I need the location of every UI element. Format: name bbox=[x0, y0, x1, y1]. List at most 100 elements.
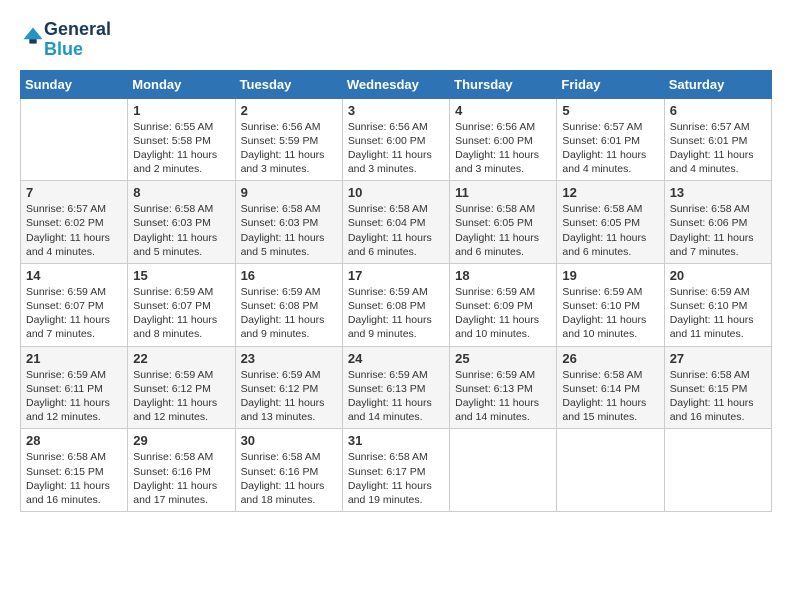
day-number: 23 bbox=[241, 351, 337, 366]
day-number: 28 bbox=[26, 433, 122, 448]
week-row-4: 21Sunrise: 6:59 AMSunset: 6:11 PMDayligh… bbox=[21, 346, 772, 429]
header-cell-saturday: Saturday bbox=[664, 70, 771, 98]
calendar-body: 1 Sunrise: 6:55 AMSunset: 5:58 PMDaylight… bbox=[21, 98, 772, 511]
cell-content: Sunrise: 6:58 AMSunset: 6:14 PMDaylight:… bbox=[562, 368, 658, 425]
cell-content: Sunrise: 6:56 AMSunset: 6:00 PMDaylight:… bbox=[455, 120, 551, 177]
week-row-1: 1 Sunrise: 6:55 AMSunset: 5:58 PMDaylight… bbox=[21, 98, 772, 181]
logo: GeneralBlue bbox=[20, 20, 111, 60]
calendar-cell: 18Sunrise: 6:59 AMSunset: 6:09 PMDayligh… bbox=[450, 263, 557, 346]
header-cell-tuesday: Tuesday bbox=[235, 70, 342, 98]
header-cell-wednesday: Wednesday bbox=[342, 70, 449, 98]
calendar-cell: 23 Sunrise: 6:59 AMSunset: 6:12 PMDayligh… bbox=[235, 346, 342, 429]
cell-content: Sunrise: 6:59 AMSunset: 6:10 PMDaylight:… bbox=[562, 285, 658, 342]
cell-content: Sunrise: 6:58 AMSunset: 6:05 PMDaylight:… bbox=[455, 202, 551, 259]
day-number: 24 bbox=[348, 351, 444, 366]
day-number: 26 bbox=[562, 351, 658, 366]
cell-content: Sunrise: 6:55 AMSunset: 5:58 PMDaylight:… bbox=[133, 120, 229, 177]
calendar-cell: 14 Sunrise: 6:59 AMSunset: 6:07 PMDayligh… bbox=[21, 263, 128, 346]
cell-content: Sunrise: 6:59 AMSunset: 6:08 PMDaylight:… bbox=[348, 285, 444, 342]
day-number: 20 bbox=[670, 268, 766, 283]
calendar-cell: 28 Sunrise: 6:58 AMSunset: 6:15 PMDayligh… bbox=[21, 429, 128, 512]
day-number: 19 bbox=[562, 268, 658, 283]
day-number: 16 bbox=[241, 268, 337, 283]
cell-content: Sunrise: 6:59 AMSunset: 6:12 PMDaylight:… bbox=[133, 368, 229, 425]
calendar-cell bbox=[664, 429, 771, 512]
cell-content: Sunrise: 6:58 AMSunset: 6:05 PMDaylight:… bbox=[562, 202, 658, 259]
header-cell-friday: Friday bbox=[557, 70, 664, 98]
header-cell-thursday: Thursday bbox=[450, 70, 557, 98]
day-number: 17 bbox=[348, 268, 444, 283]
calendar-cell: 30Sunrise: 6:58 AMSunset: 6:16 PMDayligh… bbox=[235, 429, 342, 512]
calendar-cell: 1 Sunrise: 6:55 AMSunset: 5:58 PMDaylight… bbox=[128, 98, 235, 181]
calendar-cell: 17 Sunrise: 6:59 AMSunset: 6:08 PMDayligh… bbox=[342, 263, 449, 346]
calendar-table: SundayMondayTuesdayWednesdayThursdayFrid… bbox=[20, 70, 772, 512]
calendar-header: SundayMondayTuesdayWednesdayThursdayFrid… bbox=[21, 70, 772, 98]
day-number: 29 bbox=[133, 433, 229, 448]
cell-content: Sunrise: 6:59 AMSunset: 6:13 PMDaylight:… bbox=[348, 368, 444, 425]
calendar-cell: 5 Sunrise: 6:57 AMSunset: 6:01 PMDaylight… bbox=[557, 98, 664, 181]
week-row-2: 7Sunrise: 6:57 AMSunset: 6:02 PMDaylight… bbox=[21, 181, 772, 264]
day-number: 27 bbox=[670, 351, 766, 366]
day-number: 25 bbox=[455, 351, 551, 366]
day-number: 5 bbox=[562, 103, 658, 118]
cell-content: Sunrise: 6:58 AMSunset: 6:04 PMDaylight:… bbox=[348, 202, 444, 259]
header-row: SundayMondayTuesdayWednesdayThursdayFrid… bbox=[21, 70, 772, 98]
calendar-cell: 6 Sunrise: 6:57 AMSunset: 6:01 PMDaylight… bbox=[664, 98, 771, 181]
day-number: 14 bbox=[26, 268, 122, 283]
calendar-cell: 21Sunrise: 6:59 AMSunset: 6:11 PMDayligh… bbox=[21, 346, 128, 429]
day-number: 11 bbox=[455, 185, 551, 200]
calendar-cell: 31 Sunrise: 6:58 AMSunset: 6:17 PMDayligh… bbox=[342, 429, 449, 512]
cell-content: Sunrise: 6:59 AMSunset: 6:07 PMDaylight:… bbox=[26, 285, 122, 342]
cell-content: Sunrise: 6:59 AMSunset: 6:11 PMDaylight:… bbox=[26, 368, 122, 425]
calendar-cell: 13 Sunrise: 6:58 AMSunset: 6:06 PMDayligh… bbox=[664, 181, 771, 264]
cell-content: Sunrise: 6:58 AMSunset: 6:16 PMDaylight:… bbox=[133, 450, 229, 507]
day-number: 31 bbox=[348, 433, 444, 448]
calendar-cell: 16 Sunrise: 6:59 AMSunset: 6:08 PMDayligh… bbox=[235, 263, 342, 346]
day-number: 4 bbox=[455, 103, 551, 118]
calendar-cell: 12 Sunrise: 6:58 AMSunset: 6:05 PMDayligh… bbox=[557, 181, 664, 264]
header-cell-sunday: Sunday bbox=[21, 70, 128, 98]
calendar-cell bbox=[450, 429, 557, 512]
logo-icon bbox=[22, 26, 44, 48]
cell-content: Sunrise: 6:59 AMSunset: 6:12 PMDaylight:… bbox=[241, 368, 337, 425]
day-number: 8 bbox=[133, 185, 229, 200]
cell-content: Sunrise: 6:59 AMSunset: 6:09 PMDaylight:… bbox=[455, 285, 551, 342]
day-number: 12 bbox=[562, 185, 658, 200]
calendar-cell bbox=[21, 98, 128, 181]
week-row-5: 28 Sunrise: 6:58 AMSunset: 6:15 PMDayligh… bbox=[21, 429, 772, 512]
cell-content: Sunrise: 6:59 AMSunset: 6:07 PMDaylight:… bbox=[133, 285, 229, 342]
day-number: 7 bbox=[26, 185, 122, 200]
calendar-cell: 25 Sunrise: 6:59 AMSunset: 6:13 PMDayligh… bbox=[450, 346, 557, 429]
day-number: 9 bbox=[241, 185, 337, 200]
day-number: 2 bbox=[241, 103, 337, 118]
day-number: 3 bbox=[348, 103, 444, 118]
page-header: GeneralBlue bbox=[20, 20, 772, 60]
cell-content: Sunrise: 6:58 AMSunset: 6:15 PMDaylight:… bbox=[26, 450, 122, 507]
calendar-cell: 27 Sunrise: 6:58 AMSunset: 6:15 PMDayligh… bbox=[664, 346, 771, 429]
calendar-cell: 26 Sunrise: 6:58 AMSunset: 6:14 PMDayligh… bbox=[557, 346, 664, 429]
cell-content: Sunrise: 6:58 AMSunset: 6:15 PMDaylight:… bbox=[670, 368, 766, 425]
cell-content: Sunrise: 6:58 AMSunset: 6:03 PMDaylight:… bbox=[133, 202, 229, 259]
day-number: 22 bbox=[133, 351, 229, 366]
calendar-cell: 15Sunrise: 6:59 AMSunset: 6:07 PMDayligh… bbox=[128, 263, 235, 346]
calendar-cell: 20Sunrise: 6:59 AMSunset: 6:10 PMDayligh… bbox=[664, 263, 771, 346]
day-number: 13 bbox=[670, 185, 766, 200]
cell-content: Sunrise: 6:59 AMSunset: 6:08 PMDaylight:… bbox=[241, 285, 337, 342]
cell-content: Sunrise: 6:58 AMSunset: 6:06 PMDaylight:… bbox=[670, 202, 766, 259]
cell-content: Sunrise: 6:58 AMSunset: 6:17 PMDaylight:… bbox=[348, 450, 444, 507]
calendar-cell: 9 Sunrise: 6:58 AMSunset: 6:03 PMDaylight… bbox=[235, 181, 342, 264]
calendar-cell: 7Sunrise: 6:57 AMSunset: 6:02 PMDaylight… bbox=[21, 181, 128, 264]
cell-content: Sunrise: 6:56 AMSunset: 6:00 PMDaylight:… bbox=[348, 120, 444, 177]
cell-content: Sunrise: 6:59 AMSunset: 6:13 PMDaylight:… bbox=[455, 368, 551, 425]
week-row-3: 14 Sunrise: 6:59 AMSunset: 6:07 PMDayligh… bbox=[21, 263, 772, 346]
cell-content: Sunrise: 6:58 AMSunset: 6:16 PMDaylight:… bbox=[241, 450, 337, 507]
day-number: 1 bbox=[133, 103, 229, 118]
calendar-cell: 3 Sunrise: 6:56 AMSunset: 6:00 PMDaylight… bbox=[342, 98, 449, 181]
cell-content: Sunrise: 6:58 AMSunset: 6:03 PMDaylight:… bbox=[241, 202, 337, 259]
calendar-cell: 11 Sunrise: 6:58 AMSunset: 6:05 PMDayligh… bbox=[450, 181, 557, 264]
day-number: 6 bbox=[670, 103, 766, 118]
cell-content: Sunrise: 6:57 AMSunset: 6:01 PMDaylight:… bbox=[562, 120, 658, 177]
cell-content: Sunrise: 6:57 AMSunset: 6:01 PMDaylight:… bbox=[670, 120, 766, 177]
calendar-cell: 29 Sunrise: 6:58 AMSunset: 6:16 PMDayligh… bbox=[128, 429, 235, 512]
calendar-cell: 24 Sunrise: 6:59 AMSunset: 6:13 PMDayligh… bbox=[342, 346, 449, 429]
